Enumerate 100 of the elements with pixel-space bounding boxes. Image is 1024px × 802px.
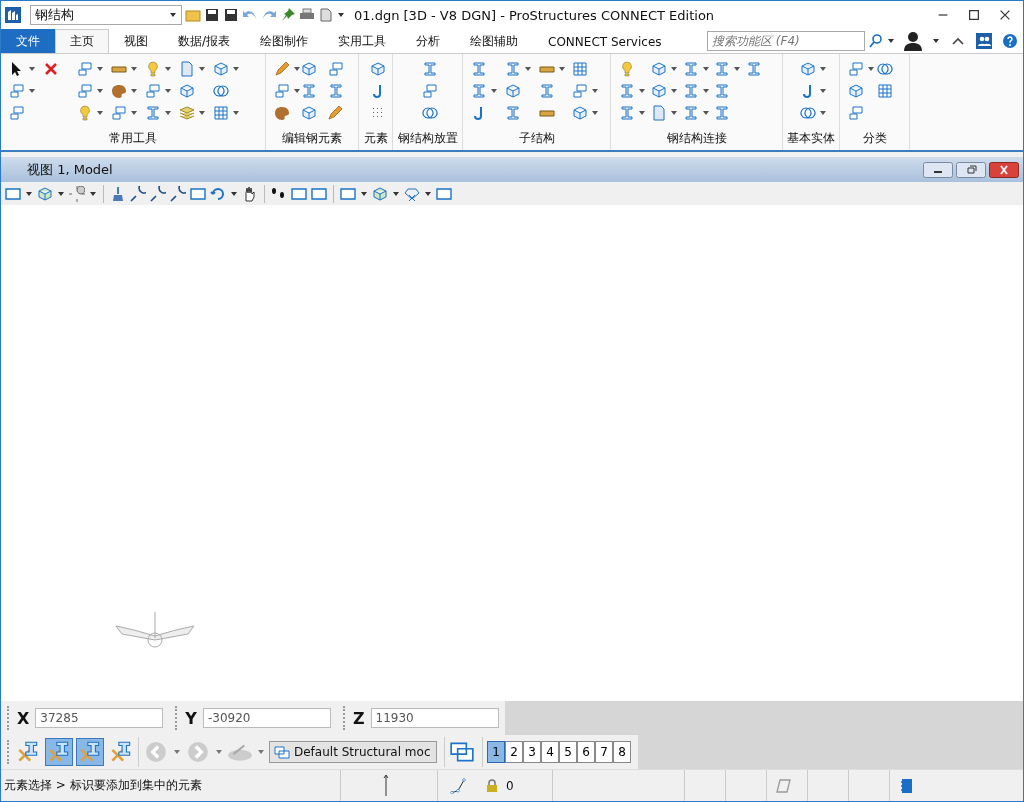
file-menu-tab[interactable]: 文件 — [1, 29, 55, 53]
notebook-icon[interactable] — [899, 777, 915, 794]
caret-icon[interactable] — [638, 109, 646, 117]
workflow-dropdown[interactable]: 钢结构 — [30, 5, 182, 25]
frame-icon[interactable] — [848, 61, 864, 77]
close-icon[interactable] — [989, 161, 1019, 178]
caret-icon[interactable] — [669, 87, 678, 95]
caret-icon[interactable] — [96, 109, 104, 117]
caret-icon[interactable] — [701, 87, 710, 95]
caret-icon[interactable] — [337, 11, 345, 19]
caret-icon[interactable] — [867, 65, 875, 73]
frame-icon[interactable] — [77, 61, 93, 77]
caret-icon[interactable] — [392, 189, 400, 198]
cube-icon[interactable] — [504, 83, 521, 99]
palette-icon[interactable] — [111, 83, 127, 99]
grid-icon[interactable] — [213, 105, 229, 121]
caret-icon[interactable] — [701, 109, 710, 117]
frame-icon[interactable] — [111, 105, 127, 121]
caret-icon[interactable] — [557, 65, 566, 73]
view-number-button[interactable]: 6 — [577, 741, 595, 763]
windows-icon[interactable] — [449, 741, 475, 763]
user-silhouette-icon[interactable] — [903, 31, 923, 51]
frame-icon[interactable] — [848, 105, 864, 121]
caret-icon[interactable] — [164, 109, 172, 117]
search-field[interactable]: 搜索功能区 (F4) — [707, 31, 865, 51]
ribbon-tab[interactable]: 视图 — [109, 29, 163, 53]
ribbon-tab[interactable]: 绘图辅助 — [455, 29, 534, 53]
frame-icon[interactable] — [572, 83, 589, 99]
coordinate-field[interactable]: 37285 — [35, 708, 164, 728]
ribbon-tab[interactable]: 数据/报表 — [163, 29, 246, 53]
caret-icon[interactable] — [232, 109, 240, 117]
cube-icon[interactable] — [650, 61, 667, 77]
maximize-icon[interactable] — [967, 8, 981, 22]
caret-icon[interactable] — [669, 65, 678, 73]
frame-icon[interactable] — [145, 83, 161, 99]
caret-icon[interactable] — [96, 87, 104, 95]
polyline-icon[interactable] — [450, 777, 466, 794]
view-number-button[interactable]: 4 — [541, 741, 559, 763]
view-number-button[interactable]: 5 — [559, 741, 577, 763]
caret-icon[interactable] — [818, 109, 827, 117]
frame-icon[interactable] — [77, 83, 93, 99]
coordinate-field[interactable]: -30920 — [202, 708, 331, 728]
caret-icon[interactable] — [25, 189, 33, 198]
caret-icon[interactable] — [424, 189, 432, 198]
caret-icon[interactable] — [733, 65, 742, 73]
caret-icon[interactable] — [57, 189, 65, 198]
frame-icon[interactable] — [274, 83, 290, 99]
layers-icon[interactable] — [179, 105, 195, 121]
view-number-button[interactable]: 2 — [505, 741, 523, 763]
ribbon-tab[interactable]: CONNECT Services — [533, 29, 677, 53]
caret-icon[interactable] — [490, 87, 498, 95]
lock-icon[interactable] — [484, 777, 500, 794]
caret-icon[interactable] — [523, 65, 532, 73]
caret-icon[interactable] — [360, 189, 368, 198]
caret-icon[interactable] — [232, 65, 240, 73]
save-settings-icon[interactable] — [223, 7, 239, 23]
view-number-button[interactable]: 1 — [487, 741, 505, 763]
caret-icon[interactable] — [198, 65, 206, 73]
cube-icon[interactable] — [799, 61, 816, 77]
caret-icon[interactable] — [130, 87, 138, 95]
document-icon[interactable] — [179, 61, 195, 77]
caret-icon[interactable] — [28, 87, 36, 95]
cube-icon[interactable] — [848, 83, 864, 99]
caret-icon[interactable] — [591, 87, 600, 95]
ribbon-tab[interactable]: 分析 — [401, 29, 456, 53]
caret-icon[interactable] — [164, 65, 172, 73]
help-icon[interactable] — [1002, 33, 1018, 49]
caret-icon[interactable] — [932, 37, 940, 45]
frame-icon[interactable] — [311, 185, 327, 202]
grid-icon[interactable] — [876, 83, 893, 99]
caret-icon[interactable] — [818, 87, 827, 95]
minimize-icon[interactable] — [923, 161, 953, 178]
view-number-button[interactable]: 7 — [595, 741, 613, 763]
caret-icon[interactable] — [96, 65, 104, 73]
caret-icon[interactable] — [887, 37, 895, 45]
caret-icon[interactable] — [89, 189, 97, 198]
search-icon[interactable] — [868, 33, 884, 49]
caret-icon[interactable] — [198, 109, 206, 117]
view-number-button[interactable]: 8 — [613, 741, 631, 763]
caret-icon[interactable] — [638, 87, 646, 95]
cube-icon[interactable] — [650, 83, 667, 99]
close-icon[interactable] — [998, 8, 1012, 22]
save-icon[interactable] — [204, 7, 220, 23]
cube-icon[interactable] — [572, 105, 589, 121]
people-icon[interactable] — [976, 33, 992, 49]
ribbon-tab[interactable]: 实用工具 — [323, 29, 402, 53]
caret-icon[interactable] — [591, 109, 600, 117]
caret-icon[interactable] — [818, 65, 827, 73]
caret-icon[interactable] — [169, 11, 177, 19]
grid-icon[interactable] — [572, 61, 589, 77]
frame-icon[interactable] — [190, 185, 206, 202]
caret-icon[interactable] — [130, 109, 138, 117]
cube-icon[interactable] — [213, 61, 229, 77]
caret-icon[interactable] — [164, 87, 172, 95]
caret-icon[interactable] — [293, 65, 301, 73]
caret-icon[interactable] — [669, 109, 678, 117]
caret-icon[interactable] — [701, 65, 710, 73]
cube-icon[interactable] — [179, 83, 195, 99]
frame-icon[interactable] — [9, 105, 25, 121]
coordinate-field[interactable]: 11930 — [370, 708, 499, 728]
